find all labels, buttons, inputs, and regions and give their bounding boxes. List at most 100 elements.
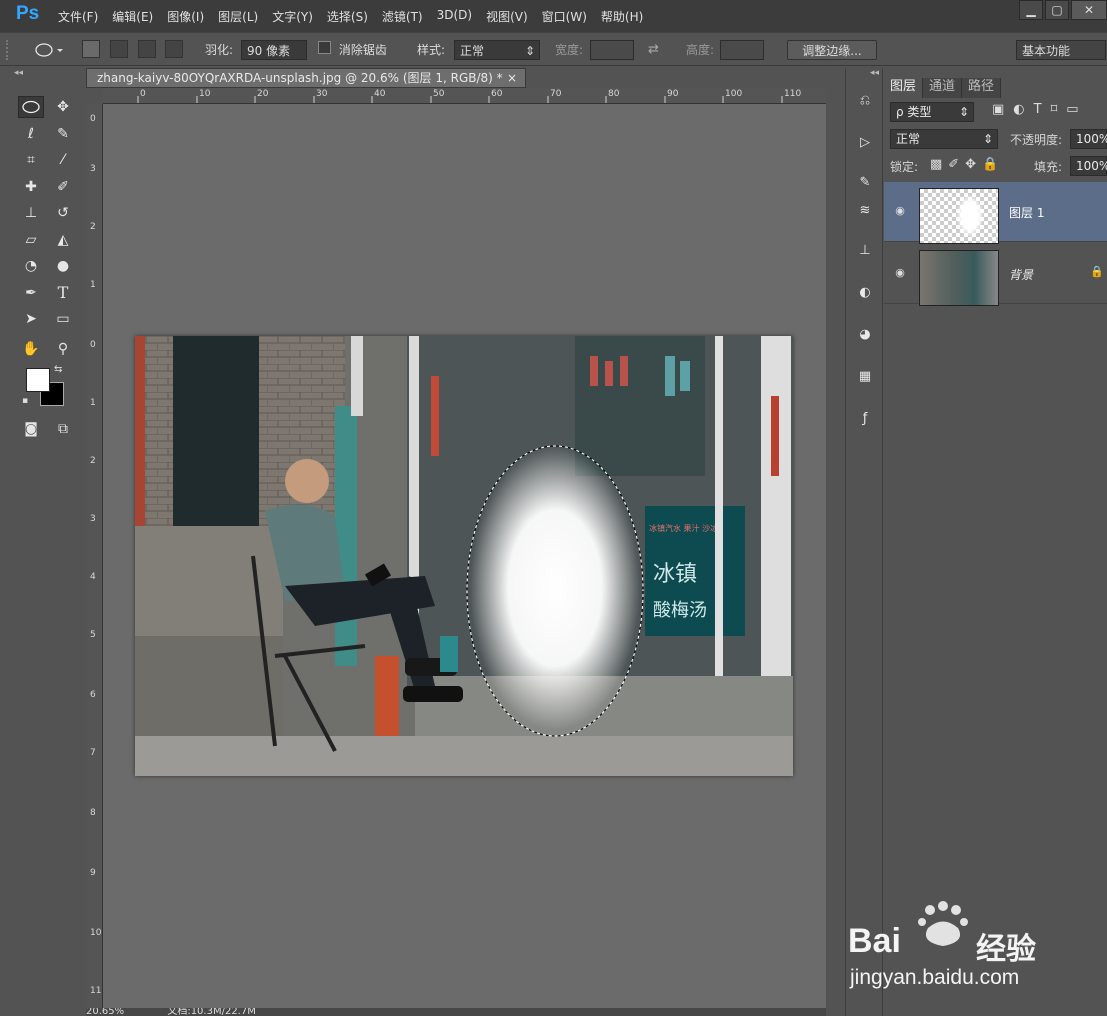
menu-3d[interactable]: 3D(D) (437, 8, 472, 25)
clone-source-panel-icon[interactable]: ⊥ (854, 240, 876, 262)
brush-panel-icon[interactable]: ✎ (854, 172, 876, 194)
options-bar: 羽化: 90 像素 消除锯齿 样式: 正常 ⇕ 宽度: ⇄ 高度: 调整边缘..… (0, 32, 1107, 66)
close-button[interactable]: ✕ (1071, 0, 1107, 20)
hand-tool-icon[interactable]: ✋ (18, 338, 44, 360)
swap-dimensions-icon[interactable]: ⇄ (648, 40, 659, 60)
blur-tool-icon[interactable]: ◔ (18, 255, 44, 277)
path-selection-tool-icon[interactable]: ➤ (18, 308, 44, 330)
shop-sign-text: 冰镇汽水 果汁 沙冰 (649, 523, 718, 533)
select-arrows-icon: ⇕ (982, 132, 993, 146)
quick-mask-icon[interactable]: ◙ (18, 418, 44, 440)
feather-input[interactable]: 90 像素 (241, 40, 307, 60)
refine-edge-button[interactable]: 调整边缘... (787, 40, 877, 60)
main-menu: 文件(F) 编辑(E) 图像(I) 图层(L) 文字(Y) 选择(S) 滤镜(T… (58, 8, 657, 25)
close-document-icon[interactable]: × (507, 69, 517, 87)
fx-panel-icon[interactable]: ƒ (854, 408, 876, 430)
crop-tool-icon[interactable]: ⌗ (18, 149, 44, 171)
layer-name: 背景 (1009, 268, 1034, 282)
screen-mode-icon[interactable]: ⧉ (50, 418, 76, 440)
feather-label: 羽化: (205, 43, 234, 57)
paint-bucket-tool-icon[interactable]: ◭ (50, 229, 76, 251)
minimize-button[interactable]: ▁ (1019, 0, 1043, 20)
width-input[interactable] (590, 40, 634, 60)
tab-layers[interactable]: 图层 (884, 78, 924, 98)
window-controls: ▁ ▢ ✕ (1017, 0, 1107, 20)
intersect-selection-icon[interactable] (165, 40, 184, 58)
collapse-toolbox-icon[interactable]: ◂◂ (14, 68, 23, 78)
layer-name: 图层 1 (1009, 206, 1045, 220)
menu-view[interactable]: 视图(V) (486, 8, 528, 25)
menu-help[interactable]: 帮助(H) (601, 8, 643, 25)
default-colors-icon[interactable]: ▪ (22, 396, 28, 406)
foreground-color-swatch[interactable] (26, 368, 50, 392)
new-selection-icon[interactable] (82, 40, 100, 58)
menu-filter[interactable]: 滤镜(T) (382, 8, 423, 25)
antialias-group: 消除锯齿 (318, 40, 387, 60)
height-input[interactable] (720, 40, 764, 60)
menu-file[interactable]: 文件(F) (58, 8, 98, 25)
move-tool-icon[interactable]: ✥ (50, 96, 76, 118)
opacity-input[interactable]: 100% (1070, 129, 1107, 149)
zoom-tool-icon[interactable]: ⚲ (50, 338, 76, 360)
lock-options-icons[interactable]: ▩✐✥🔒 (930, 157, 1004, 172)
history-brush-tool-icon[interactable]: ↺ (50, 202, 76, 224)
layer-filter-icons[interactable]: ▣◐T⌑▭ (992, 102, 1088, 117)
tab-paths[interactable]: 路径 (962, 78, 1002, 98)
collapse-panels-icon[interactable]: ◂◂ (870, 68, 879, 78)
status-bar: 20.65% 文档:10.3M/22.7M (86, 1008, 826, 1016)
dodge-tool-icon[interactable]: ● (50, 255, 76, 277)
fill-input[interactable]: 100% (1070, 156, 1107, 176)
tab-channels[interactable]: 通道 (923, 78, 963, 98)
rectangle-tool-icon[interactable]: ▭ (50, 308, 76, 330)
clone-stamp-tool-icon[interactable]: ⊥ (18, 202, 44, 224)
ruler-label: 3 (90, 514, 96, 524)
baidu-jingyan-text: 经验 (976, 932, 1036, 967)
swatches-panel-icon[interactable]: ▦ (854, 366, 876, 388)
layer-filter-select[interactable]: ρ 类型 ⇕ (890, 102, 974, 122)
add-selection-icon[interactable] (109, 40, 128, 58)
type-tool-icon[interactable]: T (50, 282, 76, 304)
swap-colors-icon[interactable]: ⇆ (54, 364, 62, 375)
ruler-label: 40 (374, 89, 386, 99)
toolbox: ◂◂ ✥ ℓ ✎ ⌗ ⁄ ✚ ✐ ⊥ ↺ ▱ ◭ ◔ ● ✒ T ➤ ▭ ✋ ⚲… (12, 68, 84, 1016)
layer-row[interactable]: ◉ 背景 🔒 (884, 244, 1107, 306)
document-canvas[interactable]: 冰镇 酸梅汤 冰镇汽水 果汁 沙冰 (103, 104, 826, 1010)
quick-selection-tool-icon[interactable]: ✎ (50, 123, 76, 145)
antialias-checkbox[interactable] (318, 41, 331, 54)
actions-panel-icon[interactable]: ▷ (854, 132, 876, 154)
ruler-label: 0 (140, 89, 146, 99)
lasso-tool-icon[interactable]: ℓ (18, 123, 44, 145)
styles-panel-icon[interactable]: ◕ (854, 324, 876, 346)
ruler-label: 50 (433, 89, 445, 99)
eyedropper-tool-icon[interactable]: ⁄ (50, 149, 76, 171)
document-tab[interactable]: zhang-kaiyv-80OYQrAXRDA-unsplash.jpg @ 2… (86, 68, 526, 88)
menu-window[interactable]: 窗口(W) (542, 8, 587, 25)
eraser-tool-icon[interactable]: ▱ (18, 229, 44, 251)
blend-mode-select[interactable]: 正常 ⇕ (890, 129, 998, 149)
style-select[interactable]: 正常 ⇕ (454, 40, 540, 60)
elliptical-marquee-tool-icon[interactable] (18, 96, 44, 118)
menu-layer[interactable]: 图层(L) (218, 8, 258, 25)
healing-brush-tool-icon[interactable]: ✚ (18, 176, 44, 198)
menu-select[interactable]: 选择(S) (327, 8, 368, 25)
brush-tool-icon[interactable]: ✐ (50, 176, 76, 198)
zoom-level[interactable]: 20.65% (86, 1008, 124, 1016)
pen-tool-icon[interactable]: ✒ (18, 282, 44, 304)
subtract-selection-icon[interactable] (137, 40, 156, 58)
visibility-eye-icon[interactable]: ◉ (892, 204, 908, 220)
menu-type[interactable]: 文字(Y) (272, 8, 313, 25)
panel-tabs: 图层 通道 路径 (884, 78, 1002, 98)
menu-image[interactable]: 图像(I) (167, 8, 204, 25)
adjustments-panel-icon[interactable]: ◐ (854, 282, 876, 304)
elliptical-marquee-preset-icon[interactable] (32, 40, 66, 60)
menu-edit[interactable]: 编辑(E) (112, 8, 153, 25)
history-panel-icon[interactable]: ⎌ (854, 90, 876, 112)
select-arrows-icon: ⇕ (524, 44, 535, 58)
ruler-label: 10 (90, 928, 102, 938)
brush-presets-panel-icon[interactable]: ≋ (854, 200, 876, 222)
visibility-eye-icon[interactable]: ◉ (892, 266, 908, 282)
workspace-select[interactable]: 基本功能 (1016, 40, 1106, 60)
layer-row[interactable]: ◉ 图层 1 (884, 182, 1107, 244)
maximize-button[interactable]: ▢ (1045, 0, 1069, 20)
layer-filter-value: ρ 类型 (896, 105, 932, 119)
